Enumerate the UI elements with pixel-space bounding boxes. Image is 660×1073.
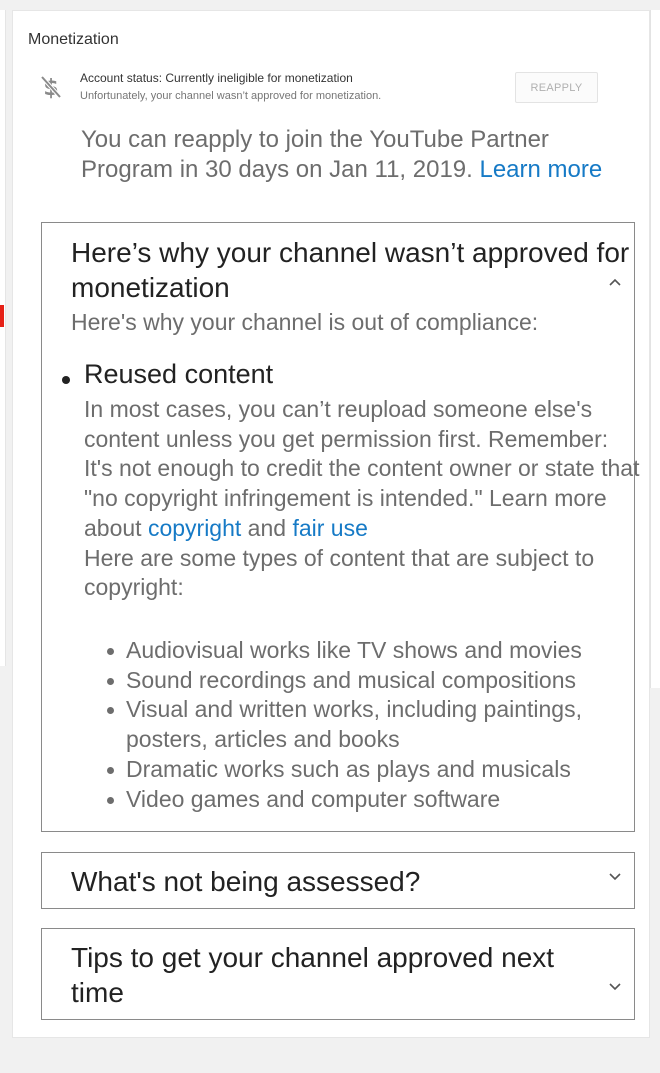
list-item: Visual and written works, including pain… [107,695,636,754]
left-page-edge [0,10,6,666]
reapply-button[interactable]: REAPPLY [515,72,598,103]
issue-body: In most cases, you can’t reupload someon… [84,395,640,603]
card-title: Monetization [28,31,119,48]
active-indicator [0,305,4,327]
bullet-dot [62,376,70,384]
list-item: Video games and computer software [107,785,636,815]
why-panel-title[interactable]: Here’s why your channel wasn’t approved … [71,235,631,305]
chevron-down-icon[interactable] [608,871,622,881]
why-not-approved-panel: Here’s why your channel wasn’t approved … [41,222,639,832]
chevron-down-icon[interactable] [608,981,622,991]
list-item: Dramatic works such as plays and musical… [107,755,636,785]
fair-use-link[interactable]: fair use [292,515,367,541]
copyright-link[interactable]: copyright [148,515,241,541]
compliance-subtitle: Here's why your channel is out of compli… [71,309,539,335]
list-item: Sound recordings and musical composition… [107,666,636,696]
monetization-card: Monetization $ Account status: Currently… [12,10,650,1038]
reapply-info: You can reapply to join the YouTube Part… [81,125,641,185]
page-footer-area [0,1045,660,1073]
list-item: Audiovisual works like TV shows and movi… [107,636,636,666]
account-status-label: Account status: Currently ineligible for… [80,71,353,85]
issue-title: Reused content [84,359,274,389]
and-text: and [247,514,287,541]
copyright-types-intro: Here are some types of content that are … [84,544,595,601]
right-page-edge [650,10,660,688]
no-dollar-icon: $ [40,75,62,101]
copyright-types-list: Audiovisual works like TV shows and movi… [107,636,636,815]
tips-panel[interactable]: Tips to get your channel approved next t… [41,928,635,1020]
chevron-up-icon[interactable] [608,277,622,287]
not-assessed-panel[interactable]: What's not being assessed? [41,852,635,909]
not-assessed-title[interactable]: What's not being assessed? [71,864,420,899]
account-status-detail: Unfortunately, your channel wasn’t appro… [80,90,382,102]
learn-more-link[interactable]: Learn more [479,156,602,183]
tips-title[interactable]: Tips to get your channel approved next t… [71,940,611,1010]
